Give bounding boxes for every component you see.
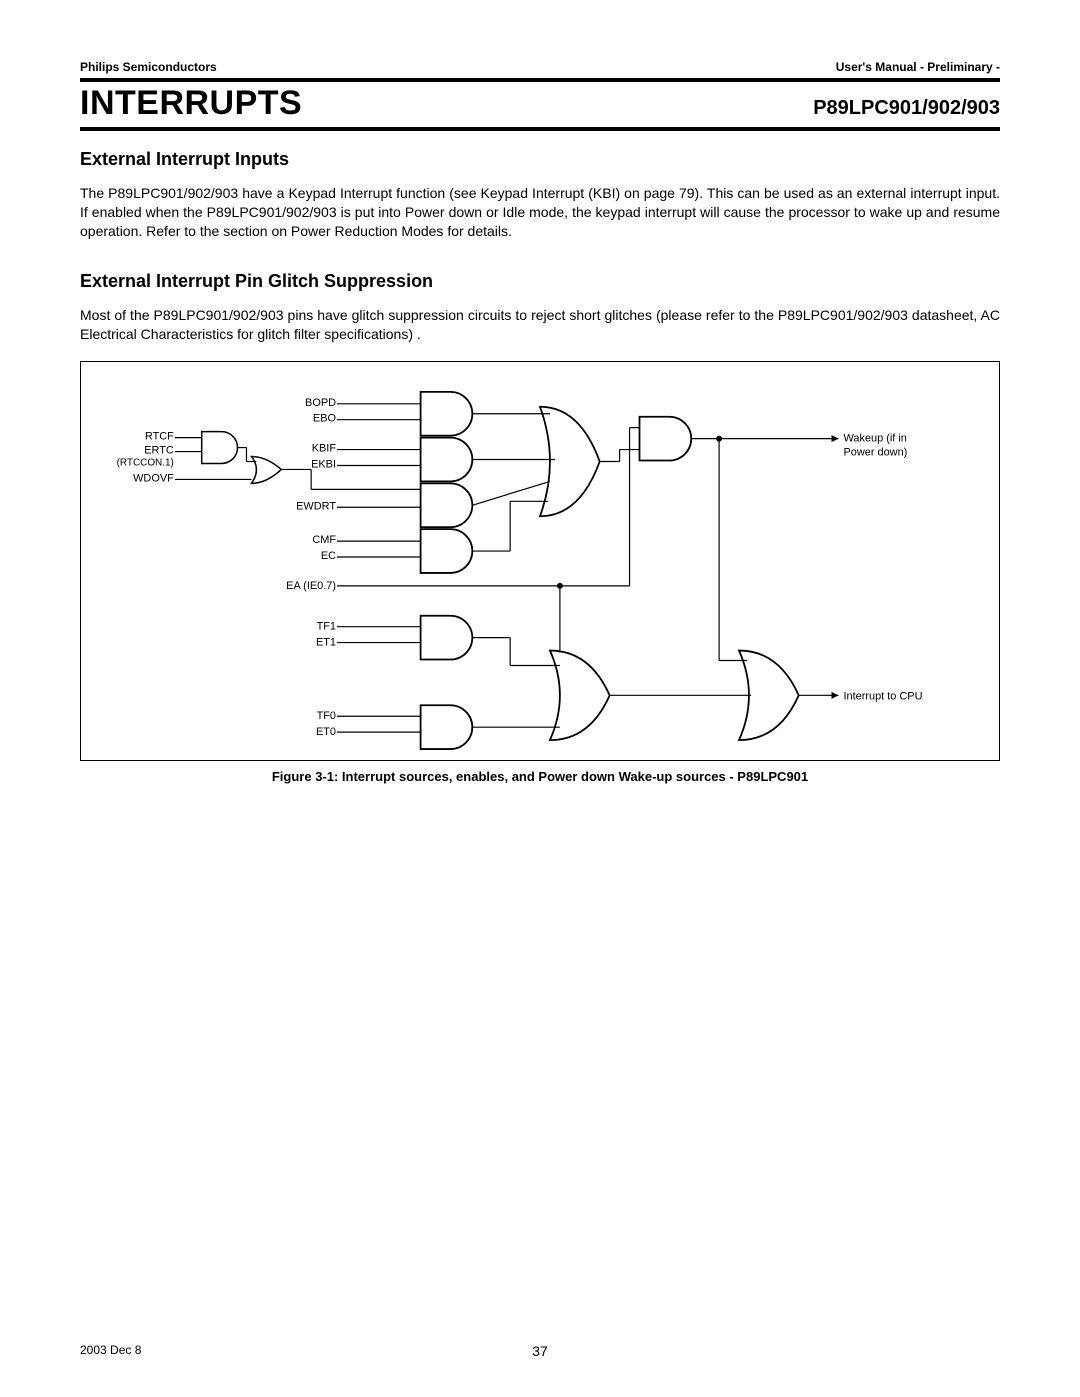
chapter-title: INTERRUPTS [80, 84, 302, 123]
page-footer: 2003 Dec 8 37 [80, 1343, 1000, 1357]
section2-body: Most of the P89LPC901/902/903 pins have … [80, 306, 1000, 344]
section1-body: The P89LPC901/902/903 have a Keypad Inte… [80, 184, 1000, 241]
out-wakeup2: Power down) [843, 447, 907, 459]
diagram-figure: RTCF ERTC (RTCCON.1) WDOVF [80, 361, 1000, 761]
out-wakeup1: Wakeup (if in [843, 433, 906, 445]
or-gate-left [238, 448, 282, 484]
page-number: 37 [532, 1343, 548, 1359]
and-gate-tf0: TF0 ET0 [316, 706, 472, 750]
sig-ebo: EBO [313, 413, 336, 425]
sig-rtccon1: (RTCCON.1) [117, 458, 174, 469]
section2-heading: External Interrupt Pin Glitch Suppressio… [80, 271, 1000, 292]
and-gate-rtc: RTCF ERTC (RTCCON.1) [117, 431, 238, 469]
and-gate-kbi: KBIF EKBI [311, 438, 472, 482]
section1-heading: External Interrupt Inputs [80, 149, 1000, 170]
title-bar: INTERRUPTS P89LPC901/902/903 [80, 78, 1000, 131]
sig-ea: EA (IE0.7) [286, 580, 336, 592]
sig-et0: ET0 [316, 727, 336, 739]
out-intcpu: Interrupt to CPU [843, 691, 922, 703]
sig-et1: ET1 [316, 637, 336, 649]
sig-bopd: BOPD [305, 397, 336, 409]
sig-ec: EC [321, 550, 336, 562]
sig-ertc: ERTC [144, 445, 174, 457]
sig-wdovf: WDOVF [133, 473, 174, 485]
sig-cmf: CMF [312, 535, 336, 547]
sig-ewdrt: EWDRT [296, 501, 336, 513]
footer-date: 2003 Dec 8 [80, 1343, 141, 1357]
and-gate-cmf: CMF EC [312, 530, 472, 574]
top-header: Philips Semiconductors User's Manual - P… [80, 60, 1000, 74]
sig-kbif: KBIF [312, 443, 337, 455]
and-gate-tf1: TF1 ET1 [316, 616, 472, 660]
sig-ekbi: EKBI [311, 459, 336, 471]
sig-tf1: TF1 [317, 621, 336, 633]
sig-rtcf: RTCF [145, 431, 174, 443]
and-gate-wakeup [640, 417, 692, 461]
or-gate-upper [540, 407, 600, 516]
manual-tag: User's Manual - Preliminary - [836, 60, 1000, 74]
and-gate-bopd: BOPD EBO [305, 392, 472, 436]
logic-diagram-svg: RTCF ERTC (RTCCON.1) WDOVF [81, 362, 999, 760]
company-name: Philips Semiconductors [80, 60, 217, 74]
page: Philips Semiconductors User's Manual - P… [0, 0, 1080, 1397]
figure-caption: Figure 3-1: Interrupt sources, enables, … [80, 769, 1000, 784]
part-number: P89LPC901/902/903 [813, 97, 1000, 120]
sig-tf0: TF0 [317, 711, 336, 723]
